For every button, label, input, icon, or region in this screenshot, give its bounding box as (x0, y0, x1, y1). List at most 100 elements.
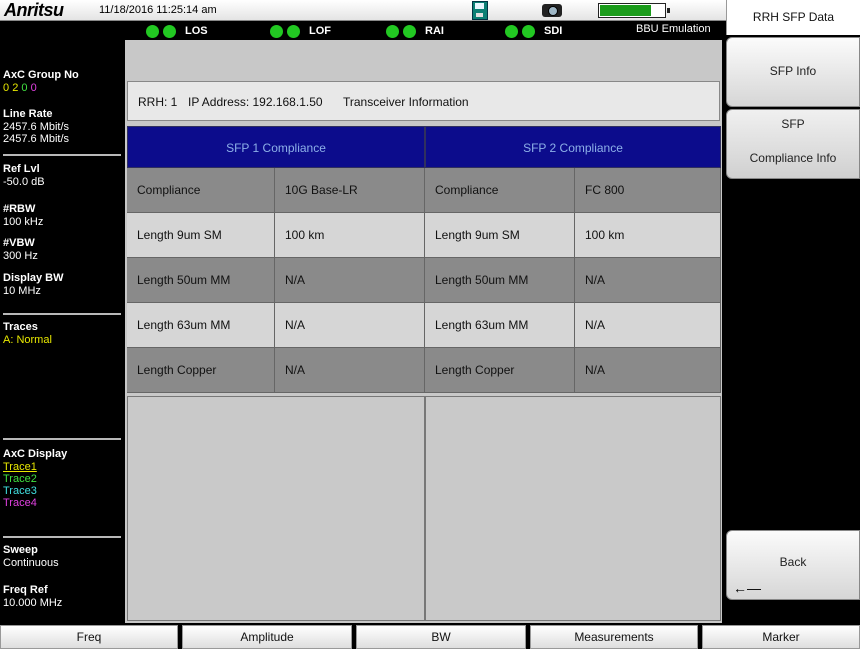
display-bw-heading: Display BW (3, 272, 64, 284)
table-cell-value: 10G Base-LR (275, 168, 425, 213)
traces-value: A: Normal (3, 334, 52, 346)
traces: Traces A: Normal (3, 321, 121, 346)
indicator-label: SDI (544, 25, 563, 37)
axc-group-digits: 0 2 0 0 (3, 82, 121, 94)
axc-digit: 0 (21, 82, 28, 94)
table-cell-value: N/A (575, 348, 721, 393)
rbw: #RBW 100 kHz (3, 203, 121, 228)
table-cell-label: Compliance (425, 168, 575, 213)
table-cell-value: N/A (275, 303, 425, 348)
sfp-info-label: SFP Info (769, 64, 817, 78)
axc-digit: 0 (30, 82, 37, 94)
status-led-icon (505, 25, 518, 38)
line-rate-value: 2457.6 Mbit/s (3, 121, 70, 133)
sfp-compliance-label-line2: Compliance Info (749, 151, 837, 165)
line-rate-heading: Line Rate (3, 108, 53, 120)
rrh-label: RRH: 1 (138, 95, 178, 109)
battery-level (600, 5, 651, 16)
table-cell-label: Length 9um SM (425, 213, 575, 258)
indicator-label: LOF (309, 25, 331, 37)
axc-group-heading: AxC Group No (3, 69, 79, 81)
vbw-value: 300 Hz (3, 250, 38, 262)
trace1-toggle[interactable]: Trace1 (3, 461, 121, 473)
indicator-label: LOS (185, 25, 208, 37)
table-cell-value: N/A (275, 348, 425, 393)
sfp-compliance-label-line1: SFP (781, 117, 805, 131)
table-cell-label: Length 50um MM (127, 258, 275, 303)
status-led-icon (386, 25, 399, 38)
sweep-heading: Sweep (3, 544, 38, 556)
menu-freq[interactable]: Freq (0, 625, 178, 649)
sweep-value: Continuous (3, 557, 59, 569)
status-led-icon (163, 25, 176, 38)
sfp1-compliance-header: SFP 1 Compliance (127, 126, 425, 168)
axc-group: AxC Group No 0 2 0 0 (3, 69, 121, 94)
table-cell-value: 100 km (575, 213, 721, 258)
softkey-menu-title: RRH SFP Data (726, 0, 860, 35)
trace2-toggle[interactable]: Trace2 (3, 473, 121, 485)
status-led-icon (522, 25, 535, 38)
sfp2-compliance-header: SFP 2 Compliance (425, 126, 721, 168)
table-cell-value: N/A (575, 303, 721, 348)
table-cell-label: Length Copper (127, 348, 275, 393)
rbw-value: 100 kHz (3, 216, 44, 228)
table-cell-value: FC 800 (575, 168, 721, 213)
indicator-label: RAI (425, 25, 444, 37)
ip-address-label: IP Address: 192.168.1.50 (188, 95, 323, 109)
table-cell-label: Length 50um MM (425, 258, 575, 303)
back-label: Back (779, 555, 807, 569)
menu-measurements[interactable]: Measurements (530, 625, 698, 649)
table-cell-value: 100 km (275, 213, 425, 258)
trace4-toggle[interactable]: Trace4 (3, 497, 121, 509)
status-led-icon (146, 25, 159, 38)
divider (3, 313, 121, 315)
rbw-heading: #RBW (3, 203, 36, 215)
sfp-info-button[interactable]: SFP Info (726, 37, 860, 107)
axc-display: AxC Display Trace1 Trace2 Trace3 Trace4 (3, 448, 121, 509)
ref-lvl-value: -50.0 dB (3, 176, 45, 188)
transceiver-info-bar: RRH: 1 IP Address: 192.168.1.50 Transcei… (127, 81, 720, 121)
menu-marker[interactable]: Marker (702, 625, 860, 649)
section-label: Transceiver Information (343, 95, 469, 109)
line-rate: Line Rate 2457.6 Mbit/s 2457.6 Mbit/s (3, 108, 121, 145)
back-arrow-icon: ←— (733, 580, 761, 596)
mode-label: BBU Emulation (636, 23, 711, 35)
camera-icon[interactable] (542, 4, 562, 17)
divider (3, 536, 121, 538)
status-bar: Anritsu 11/18/2016 11:25:14 am (0, 0, 726, 21)
back-button[interactable]: Back ←— (726, 530, 860, 600)
axc-display-heading: AxC Display (3, 448, 68, 460)
sfp-compliance-info-button[interactable]: SFP Compliance Info (726, 109, 860, 179)
save-icon[interactable] (472, 1, 488, 20)
menu-amplitude[interactable]: Amplitude (182, 625, 352, 649)
left-info-panel: AxC Group No 0 2 0 0 Line Rate 2457.6 Mb… (0, 40, 125, 623)
status-led-icon (270, 25, 283, 38)
freq-ref-heading: Freq Ref (3, 584, 48, 596)
vbw: #VBW 300 Hz (3, 237, 121, 262)
anritsu-logo: Anritsu (4, 0, 64, 20)
datetime: 11/18/2016 11:25:14 am (99, 4, 217, 16)
empty-table-area (425, 396, 721, 621)
status-led-icon (287, 25, 300, 38)
axc-digit: 2 (12, 82, 19, 94)
menu-bw[interactable]: BW (356, 625, 526, 649)
trace3-toggle[interactable]: Trace3 (3, 485, 121, 497)
table-cell-label: Length Copper (425, 348, 575, 393)
display-bw: Display BW 10 MHz (3, 272, 121, 297)
main-display: RRH: 1 IP Address: 192.168.1.50 Transcei… (125, 40, 722, 623)
ref-lvl: Ref Lvl -50.0 dB (3, 163, 121, 188)
traces-heading: Traces (3, 321, 38, 333)
table-cell-value: N/A (575, 258, 721, 303)
table-cell-label: Length 9um SM (127, 213, 275, 258)
table-cell-value: N/A (275, 258, 425, 303)
status-led-icon (403, 25, 416, 38)
softkey-panel: RRH SFP Data SFP Info SFP Compliance Inf… (726, 0, 860, 623)
axc-digit: 0 (3, 82, 10, 94)
display-bw-value: 10 MHz (3, 285, 41, 297)
table-cell-label: Compliance (127, 168, 275, 213)
battery-icon (598, 3, 670, 18)
divider (3, 154, 121, 156)
line-rate-value: 2457.6 Mbit/s (3, 133, 70, 145)
sweep: Sweep Continuous (3, 544, 121, 569)
ref-lvl-heading: Ref Lvl (3, 163, 40, 175)
